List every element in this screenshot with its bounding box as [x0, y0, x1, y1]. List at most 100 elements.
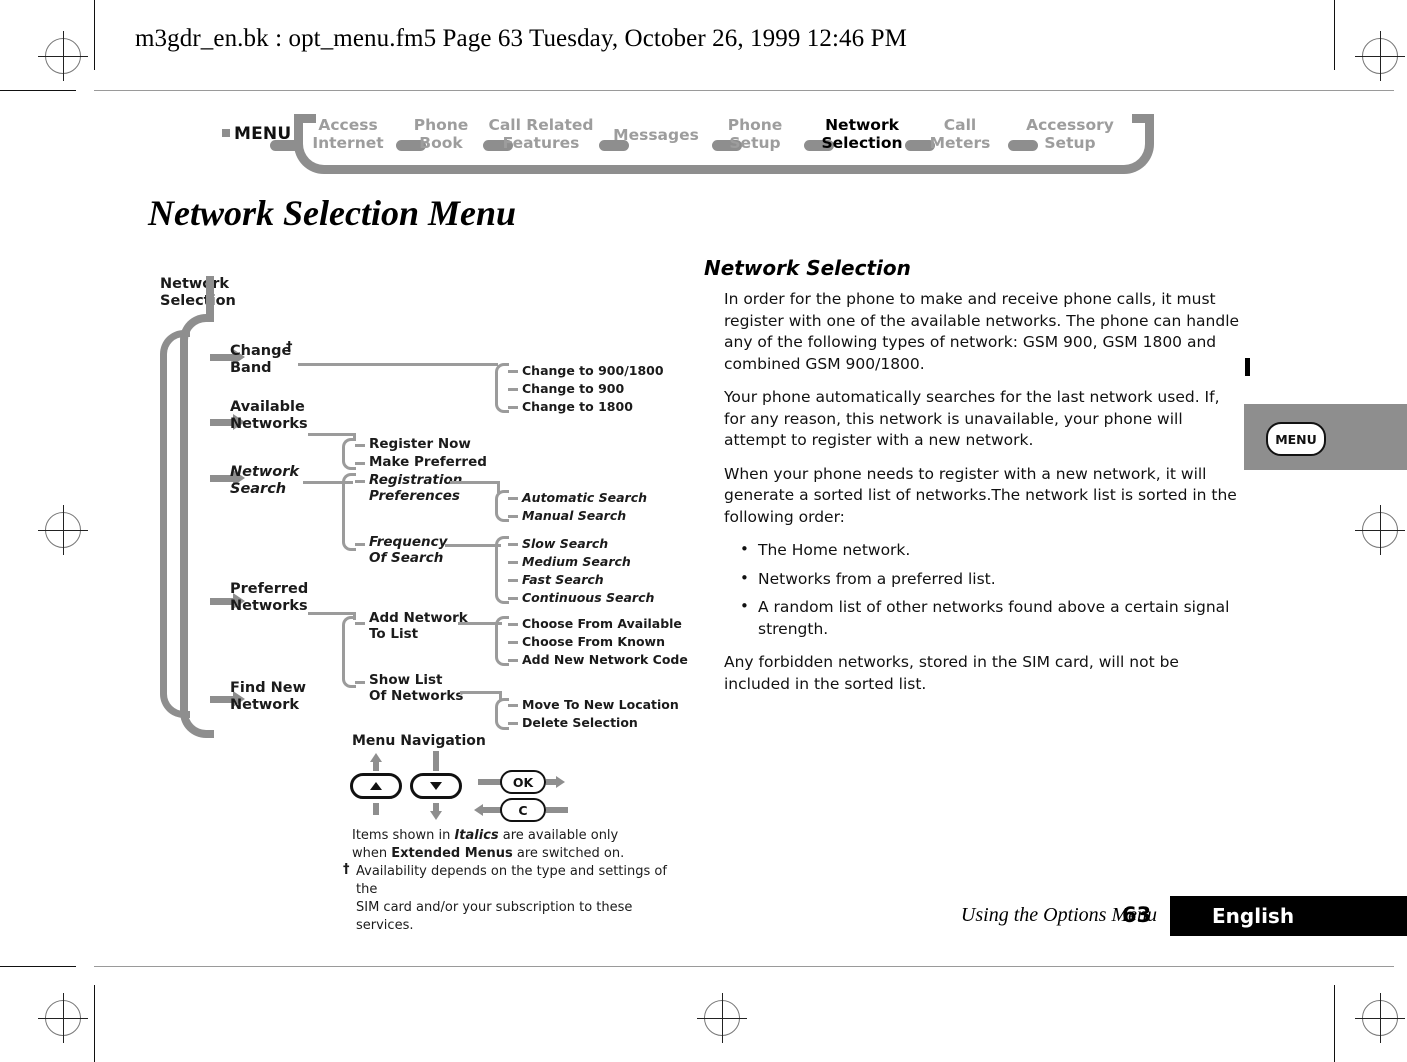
- arrow-right-icon: [556, 776, 565, 788]
- registration-mark-top-left: [38, 31, 88, 81]
- registration-mark-bottom-right: [1355, 993, 1405, 1043]
- diagram-leaf-manual-search[interactable]: Manual Search: [522, 508, 626, 523]
- diagram-leaf-automatic-search[interactable]: Automatic Search: [522, 490, 647, 505]
- diagram-sub-bracket: [342, 473, 356, 551]
- crop-line-bottom-left: [0, 966, 76, 967]
- legend-note-1b: are available only: [498, 828, 619, 843]
- menu-navigation-legend: Menu Navigation OK C Items shown in Ital…: [343, 733, 682, 933]
- diagram-lead-line: [445, 544, 501, 547]
- diagram-node-find-new-network[interactable]: Find New Network: [230, 680, 306, 714]
- clear-lead-line: [482, 807, 502, 813]
- breadcrumb-item-call-related-features[interactable]: Call Related Features: [486, 116, 596, 152]
- breadcrumb-item-call-meters[interactable]: Call Meters: [924, 116, 996, 152]
- diagram-tick: [508, 561, 518, 564]
- breadcrumb-item-line2: Meters: [929, 134, 991, 152]
- breadcrumb-item-line1: Messages: [613, 126, 699, 144]
- list-item: The Home network.: [740, 539, 1244, 562]
- diagram-tick: [355, 543, 365, 546]
- ok-lead-line: [478, 779, 502, 785]
- square-bullet-icon: [222, 129, 230, 137]
- diagram-leaf-choose-from-known[interactable]: Choose From Known: [522, 634, 665, 649]
- page-footer: Using the Options Menu 63 English: [0, 896, 1407, 942]
- nav-button-down[interactable]: [410, 773, 462, 799]
- legend-dagger-symbol: †: [343, 862, 350, 877]
- diagram-node-available-networks[interactable]: Available Networks: [230, 399, 308, 433]
- diagram-tick: [355, 681, 365, 684]
- diagram-leaf-continuous-search[interactable]: Continuous Search: [522, 590, 654, 605]
- diagram-sub-bracket: [495, 698, 509, 730]
- diagram-leaf-slow-search[interactable]: Slow Search: [522, 536, 608, 551]
- breadcrumb-item-access-internet[interactable]: Access Internet: [306, 116, 390, 152]
- diagram-leaf-medium-search[interactable]: Medium Search: [522, 554, 631, 569]
- diagram-sub-bracket: [342, 438, 356, 470]
- breadcrumb-item-line2: Book: [419, 134, 463, 152]
- breadcrumb-item-line1: Phone: [727, 116, 783, 134]
- menu-tab-button[interactable]: MENU: [1266, 422, 1326, 456]
- diagram-node-show-list-of-networks[interactable]: Show List Of Networks: [369, 672, 463, 704]
- margin-tab-menu[interactable]: MENU: [1244, 404, 1407, 470]
- breadcrumb-item-phone-setup[interactable]: Phone Setup: [718, 116, 792, 152]
- list-item: A random list of other networks found ab…: [740, 596, 1244, 640]
- diagram-leaf-make-preferred[interactable]: Make Preferred: [369, 454, 487, 470]
- diagram-sub-bracket: [495, 363, 509, 413]
- diagram-leaf-change-1800[interactable]: Change to 1800: [522, 399, 633, 414]
- breadcrumb-item-accessory-setup[interactable]: Accessory Setup: [1022, 116, 1118, 152]
- page-rule-bottom: [94, 966, 1394, 967]
- diagram-node-registration-preferences[interactable]: Registration Preferences: [369, 472, 462, 504]
- document-header: m3gdr_en.bk : opt_menu.fm5 Page 63 Tuesd…: [135, 25, 907, 52]
- breadcrumb-item-line1: Call Related: [488, 116, 594, 134]
- breadcrumb-item-phone-book[interactable]: Phone Book: [408, 116, 474, 152]
- diagram-sub-bracket: [342, 616, 356, 688]
- diagram-leaf-change-900-1800[interactable]: Change to 900/1800: [522, 363, 664, 378]
- breadcrumb-item-network-selection[interactable]: Network Selection: [814, 116, 910, 152]
- diagram-node-preferred-networks[interactable]: Preferred Networks: [230, 581, 308, 615]
- footer-page-number: 63: [1122, 903, 1152, 927]
- diagram-tick: [508, 515, 518, 518]
- diagram-lead-line: [450, 481, 500, 484]
- diagram-leaf-change-900[interactable]: Change to 900: [522, 381, 624, 396]
- footer-language-bar: English: [1170, 896, 1407, 936]
- diagram-leaf-register-now[interactable]: Register Now: [369, 436, 471, 452]
- section-heading: Network Selection: [704, 256, 911, 280]
- nav-button-up[interactable]: [350, 773, 402, 799]
- diagram-root-label: Network Selection: [160, 276, 236, 309]
- breadcrumb-item-line2: Features: [502, 134, 580, 152]
- legend-title: Menu Navigation: [352, 733, 486, 749]
- diagram-node-network-search[interactable]: Network Search: [230, 464, 299, 498]
- section-bullet-list: The Home network. Networks from a prefer…: [704, 539, 1244, 640]
- registration-mark-top-right: [1355, 31, 1405, 81]
- crop-line-top-left: [0, 90, 76, 91]
- diagram-leaf-add-new-network-code[interactable]: Add New Network Code: [522, 652, 688, 667]
- nav-button-ok[interactable]: OK: [500, 770, 546, 794]
- diagram-tick: [508, 704, 518, 707]
- diagram-main-spine: [180, 314, 214, 738]
- triangle-up-icon: [370, 782, 382, 790]
- diagram-leaf-fast-search[interactable]: Fast Search: [522, 572, 604, 587]
- registration-mark-bottom-center: [697, 993, 747, 1043]
- breadcrumb-item-messages[interactable]: Messages: [604, 126, 708, 144]
- diagram-tick: [355, 480, 365, 483]
- diagram-tick: [508, 722, 518, 725]
- nav-button-clear[interactable]: C: [500, 798, 546, 822]
- breadcrumb-item-line1: Access: [318, 116, 378, 134]
- crop-line-right-bottom: [1334, 985, 1335, 1062]
- diagram-node-change-band[interactable]: Change Band: [230, 343, 291, 377]
- breadcrumb-item-line2: Setup: [1044, 134, 1096, 152]
- diagram-node-frequency-of-search[interactable]: Frequency Of Search: [369, 534, 447, 566]
- diagram-leaf-choose-from-available[interactable]: Choose From Available: [522, 616, 682, 631]
- breadcrumb-item-line1: Call: [943, 116, 977, 134]
- triangle-down-icon: [430, 782, 442, 790]
- breadcrumb-connector: [270, 140, 300, 151]
- diagram-tick: [508, 370, 518, 373]
- diagram-leaf-delete-selection[interactable]: Delete Selection: [522, 715, 638, 730]
- diagram-tick: [508, 579, 518, 582]
- diagram-tick: [508, 388, 518, 391]
- diagram-sub-bracket: [495, 490, 509, 522]
- footer-language-label: English: [1212, 904, 1295, 928]
- breadcrumb-item-line2: Setup: [729, 134, 781, 152]
- crop-line-left: [94, 0, 95, 70]
- change-bar-marker: [1245, 358, 1250, 376]
- diagram-sub-bracket: [495, 616, 509, 666]
- diagram-node-add-network-to-list[interactable]: Add Network To List: [369, 610, 468, 642]
- diagram-leaf-move-to-new-location[interactable]: Move To New Location: [522, 697, 679, 712]
